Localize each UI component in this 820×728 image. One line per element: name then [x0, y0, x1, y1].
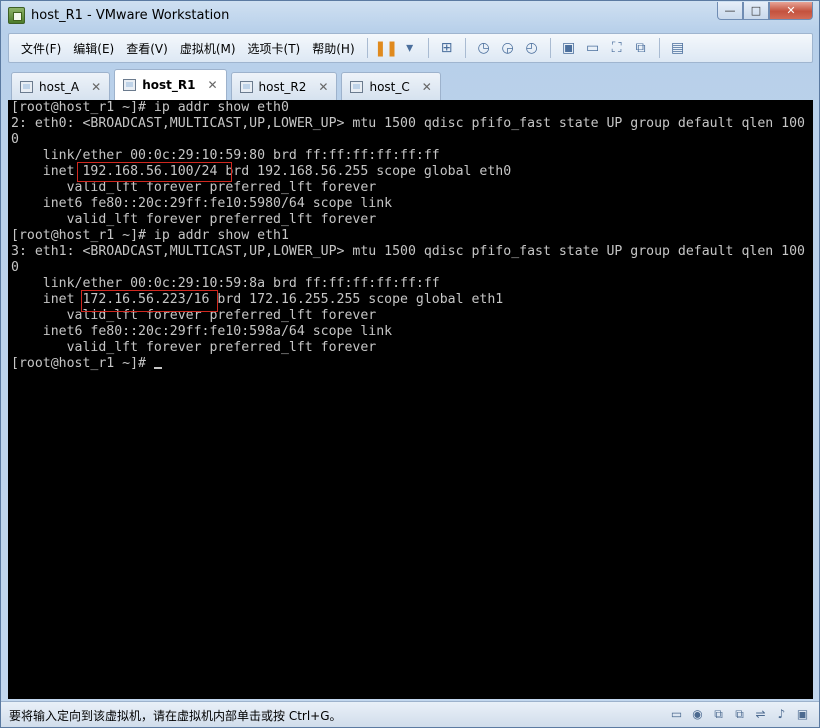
sound-icon[interactable]: ♪ [773, 707, 790, 721]
close-icon[interactable]: ✕ [318, 80, 328, 94]
console-line: [root@host_r1 ~]# ip addr show eth0 [11, 100, 289, 115]
minimize-button[interactable]: — [717, 2, 743, 20]
vm-icon [239, 80, 253, 93]
console-line: link/ether 00:0c:29:10:59:80 brd ff:ff:f… [11, 148, 440, 163]
vm-tab-bar: host_A ✕ host_R1 ✕ host_R2 ✕ host_C ✕ [8, 68, 813, 100]
console-view-icon[interactable]: ▭ [581, 37, 605, 59]
toolbar-separator [366, 38, 368, 58]
vm-icon [123, 79, 137, 91]
console-line: 0 [11, 260, 19, 275]
unity-icon[interactable]: ⧉ [629, 37, 653, 59]
cd-icon[interactable]: ◉ [689, 707, 706, 721]
tab-host-r1[interactable]: host_R1 ✕ [114, 69, 227, 100]
console-line: valid_lft forever preferred_lft forever [11, 340, 377, 355]
menu-edit[interactable]: 编辑(E) [67, 40, 120, 57]
console-output: [root@host_r1 ~]# ip addr show eth0 2: e… [8, 100, 813, 372]
console-line: valid_lft forever preferred_lft forever [11, 180, 377, 195]
console-line: inet6 fe80::20c:29ff:fe10:598a/64 scope … [11, 324, 393, 339]
device-status-icons: ▭ ◉ ⧉ ⧉ ⇌ ♪ ▣ [664, 707, 811, 721]
tab-label: host_A [39, 79, 80, 94]
vm-icon [20, 80, 33, 93]
menu-toolbar: 文件(F) 编辑(E) 查看(V) 虚拟机(M) 选项卡(T) 帮助(H) ❚❚… [8, 33, 813, 63]
status-bar: 要将输入定向到该虚拟机，请在虚拟机内部单击或按 Ctrl+G。 ▭ ◉ ⧉ ⧉ … [1, 701, 819, 727]
vmware-app-icon [8, 7, 25, 24]
window-title: host_R1 - VMware Workstation [31, 8, 230, 23]
toolbar-separator [464, 38, 466, 58]
toolbar-separator [658, 38, 660, 58]
send-ctrl-alt-del-icon[interactable]: ⊞ [435, 37, 459, 59]
close-icon[interactable]: ✕ [422, 80, 432, 94]
snapshot-icon[interactable]: ◷ [472, 37, 496, 59]
console-line: link/ether 00:0c:29:10:59:8a brd ff:ff:f… [11, 276, 440, 291]
console-line: [root@host_r1 ~]# ip addr show eth1 [11, 228, 289, 243]
tab-label: host_R1 [142, 78, 196, 92]
tab-label: host_C [369, 79, 410, 94]
revert-snapshot-icon[interactable]: ◶ [496, 37, 520, 59]
menu-help[interactable]: 帮助(H) [306, 40, 360, 57]
fullscreen-icon[interactable]: ⛶ [605, 37, 629, 59]
chevron-down-icon[interactable]: ▾ [398, 37, 422, 59]
window-controls: — □ ✕ [717, 2, 813, 20]
title-bar[interactable]: host_R1 - VMware Workstation — □ ✕ [1, 1, 819, 31]
close-icon[interactable]: ✕ [91, 80, 101, 94]
tab-host-a[interactable]: host_A ✕ [11, 72, 111, 100]
tab-host-c[interactable]: host_C ✕ [341, 72, 441, 100]
console-line: 0 [11, 132, 19, 147]
pause-icon[interactable]: ❚❚ [374, 37, 398, 59]
vm-icon [350, 80, 364, 93]
library-icon[interactable]: ▤ [666, 37, 690, 59]
menu-view[interactable]: 查看(V) [120, 40, 174, 57]
menu-tabs[interactable]: 选项卡(T) [242, 40, 307, 57]
toolbar-separator [549, 38, 551, 58]
console-prompt: [root@host_r1 ~]# [11, 356, 154, 371]
vmware-window: host_R1 - VMware Workstation — □ ✕ 文件(F)… [0, 0, 820, 728]
console-line: valid_lft forever preferred_lft forever [11, 212, 377, 227]
hdd-icon[interactable]: ▭ [668, 707, 685, 721]
sidebar-icon[interactable]: ▣ [557, 37, 581, 59]
console-line: 2: eth0: <BROADCAST,MULTICAST,UP,LOWER_U… [11, 116, 805, 131]
console-line: 3: eth1: <BROADCAST,MULTICAST,UP,LOWER_U… [11, 244, 805, 259]
menu-file[interactable]: 文件(F) [15, 40, 67, 57]
vm-console[interactable]: [root@host_r1 ~]# ip addr show eth0 2: e… [8, 100, 813, 699]
text-cursor [153, 367, 162, 369]
eth0-ip-highlight-box [77, 162, 232, 182]
close-button[interactable]: ✕ [769, 2, 813, 20]
tab-host-r2[interactable]: host_R2 ✕ [230, 72, 338, 100]
snapshot-manager-icon[interactable]: ◴ [520, 37, 544, 59]
display-icon[interactable]: ▣ [794, 707, 811, 721]
console-line: inet6 fe80::20c:29ff:fe10:5980/64 scope … [11, 196, 393, 211]
usb-icon[interactable]: ⇌ [752, 707, 769, 721]
network-icon[interactable]: ⧉ [710, 707, 727, 721]
toolbar-separator [427, 38, 429, 58]
status-message: 要将输入定向到该虚拟机，请在虚拟机内部单击或按 Ctrl+G。 [9, 709, 342, 723]
menu-vm[interactable]: 虚拟机(M) [174, 40, 242, 57]
network-icon[interactable]: ⧉ [731, 707, 748, 721]
eth1-ip-highlight-box [81, 290, 218, 312]
close-icon[interactable]: ✕ [207, 78, 217, 92]
tab-label: host_R2 [258, 79, 307, 94]
maximize-button[interactable]: □ [743, 2, 769, 20]
